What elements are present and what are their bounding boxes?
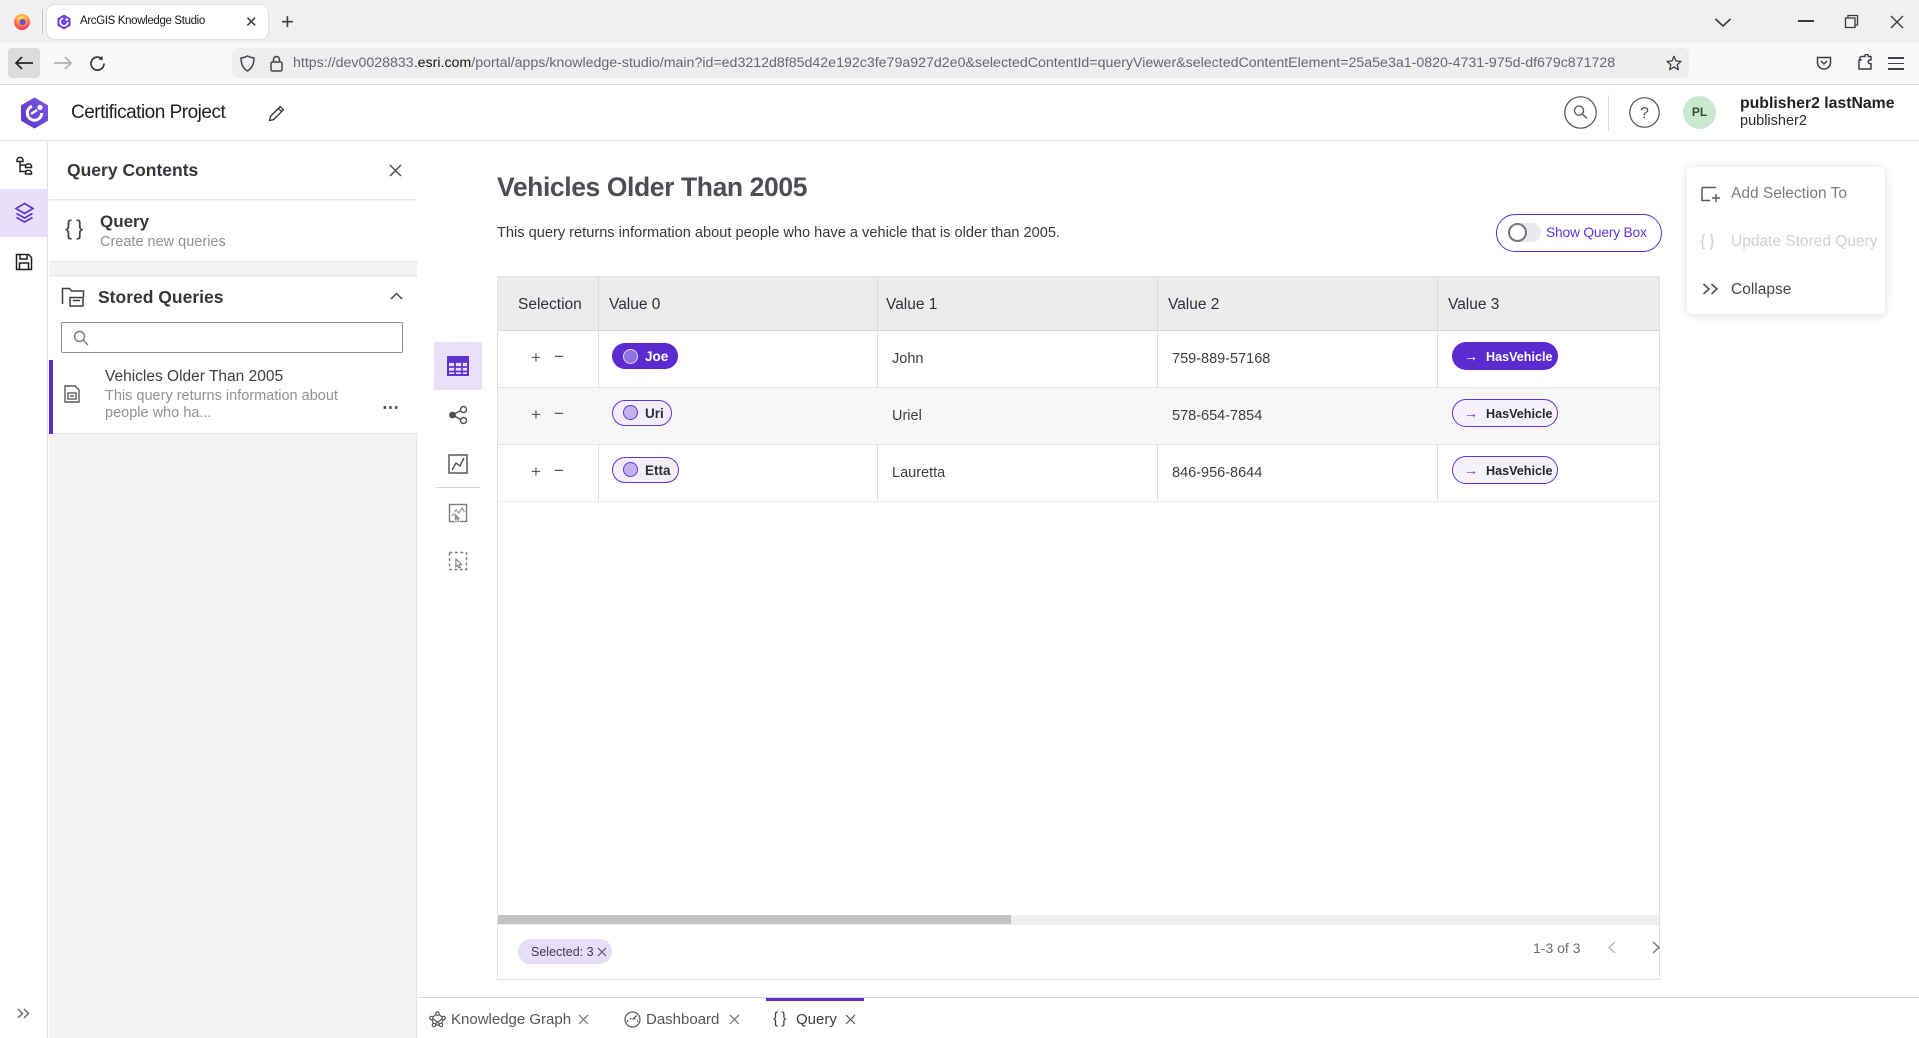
svg-text:?: ? — [1640, 105, 1649, 122]
